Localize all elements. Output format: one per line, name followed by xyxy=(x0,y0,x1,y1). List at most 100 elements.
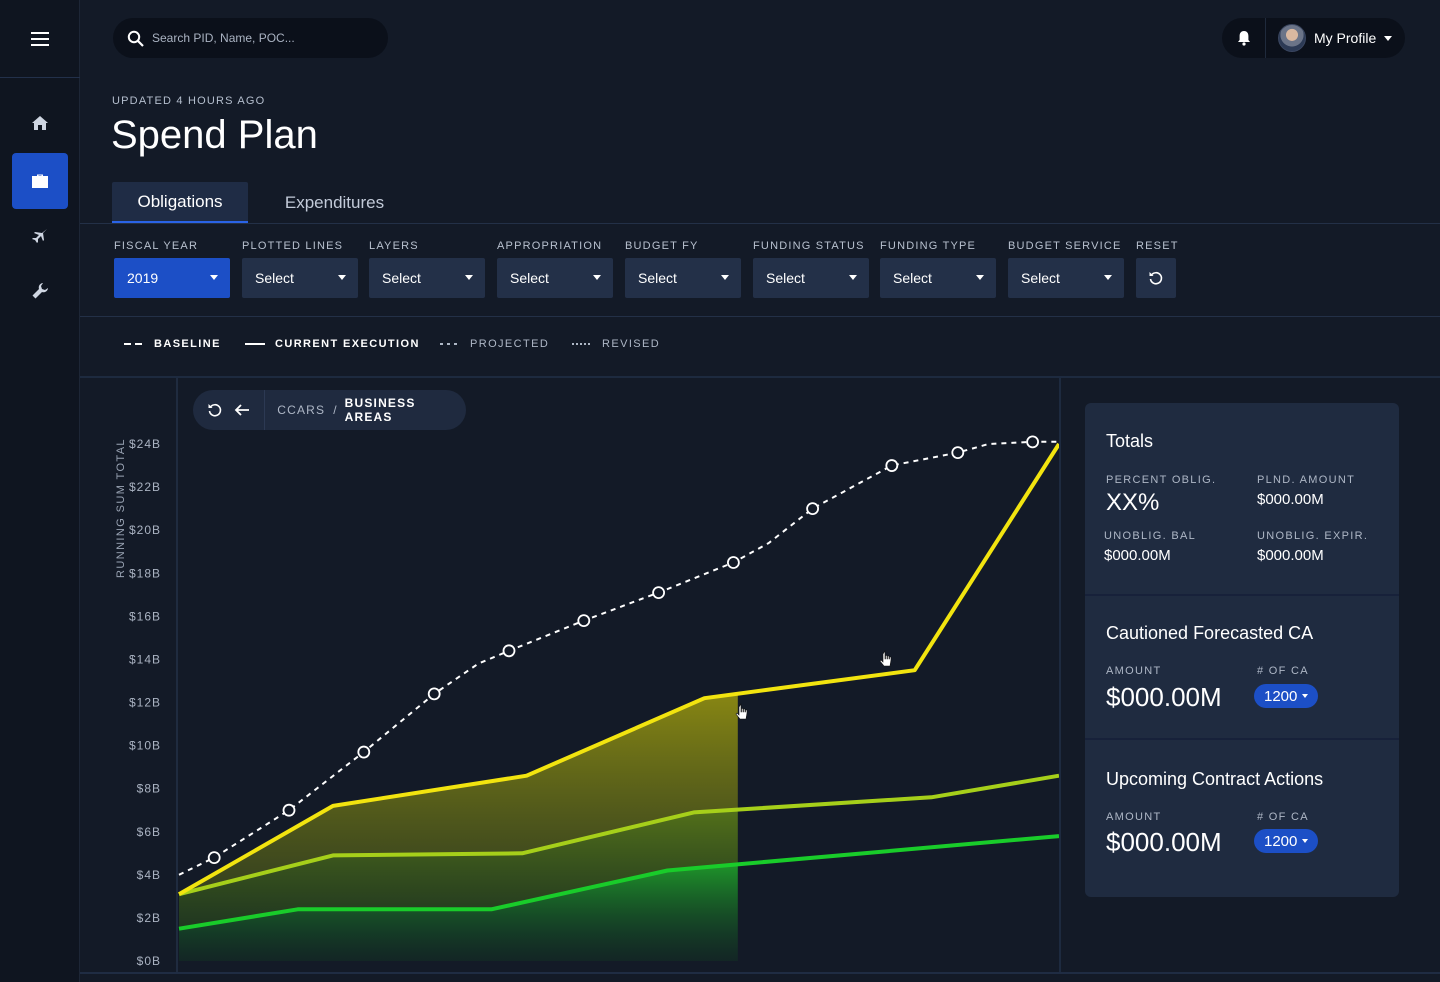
filter-budget-service: BUDGET SERVICE Select xyxy=(1008,240,1124,298)
unoblig-bal-label: UNOBLIG. BAL xyxy=(1104,530,1197,542)
y-axis-title: RUNNING SUM TOTAL xyxy=(115,438,127,578)
select-value: Select xyxy=(766,270,805,286)
spend-plan-chart: RUNNING SUM TOTAL $24B $22B $20B $18B $16B $14… xyxy=(80,378,1062,974)
y-tick-label: $14B xyxy=(129,652,161,666)
filter-label: PLOTTED LINES xyxy=(242,240,344,252)
breadcrumb-current: BUSINESS AREAS xyxy=(344,396,416,424)
caret-down-icon xyxy=(721,275,729,280)
upcoming-amount-label: AMOUNT xyxy=(1106,811,1162,823)
panel-divider xyxy=(1085,738,1399,740)
y-tick-label: $10B xyxy=(129,739,161,753)
tab-obligations[interactable]: Obligations xyxy=(112,182,248,224)
sidebar-item-tools[interactable] xyxy=(12,263,68,319)
caret-down-icon xyxy=(976,275,984,280)
caret-down-icon xyxy=(210,275,218,280)
filter-label: FISCAL YEAR xyxy=(114,240,199,252)
filter-plotted-lines: PLOTTED LINES Select xyxy=(242,240,358,298)
y-tick-label: $22B xyxy=(129,480,161,494)
breadcrumb-separator: / xyxy=(333,403,337,417)
projected-point xyxy=(806,502,819,516)
projected-point xyxy=(502,644,516,658)
arrow-left-icon xyxy=(235,404,250,416)
divider xyxy=(80,316,1440,317)
bell-icon xyxy=(1237,31,1250,46)
reset-button[interactable] xyxy=(1136,258,1176,298)
caret-down-icon xyxy=(593,275,601,280)
funding-type-select[interactable]: Select xyxy=(880,258,996,298)
projected-point xyxy=(357,745,371,759)
legend-label: REVISED xyxy=(602,338,661,350)
filter-label: APPROPRIATION xyxy=(497,240,603,252)
caret-down-icon xyxy=(1104,275,1112,280)
upcoming-count-label: # OF CA xyxy=(1257,811,1309,823)
profile-menu[interactable]: My Profile xyxy=(1266,24,1393,52)
unoblig-expir-value: $000.00M xyxy=(1257,547,1324,564)
home-icon xyxy=(32,116,48,130)
page-title: Spend Plan xyxy=(111,113,318,157)
plotted-lines-select[interactable]: Select xyxy=(242,258,358,298)
sidebar-item-home[interactable] xyxy=(12,95,68,151)
projected-point xyxy=(577,614,591,628)
search-bar[interactable] xyxy=(113,18,388,58)
y-tick-label: $0B xyxy=(137,954,161,968)
cautioned-title: Cautioned Forecasted CA xyxy=(1106,623,1314,643)
y-tick-label: $20B xyxy=(129,523,161,537)
upcoming-amount-value: $000.00M xyxy=(1106,827,1222,857)
select-value: Select xyxy=(1021,270,1060,286)
funding-status-select[interactable]: Select xyxy=(753,258,869,298)
sidebar-item-briefcase[interactable] xyxy=(12,153,68,209)
dotted-line-icon xyxy=(440,343,460,345)
breadcrumb-divider xyxy=(264,390,266,430)
menu-button[interactable] xyxy=(0,0,80,78)
breadcrumb-parent[interactable]: CCARS xyxy=(277,403,325,417)
filter-layers: LAYERS Select xyxy=(369,240,485,298)
chevron-down-icon xyxy=(1384,36,1393,41)
cautioned-count-label: # OF CA xyxy=(1257,665,1309,677)
select-value: 2019 xyxy=(127,270,159,286)
search-icon xyxy=(127,30,144,47)
legend-label: PROJECTED xyxy=(470,338,550,350)
projected-point xyxy=(427,687,441,701)
y-tick-label: $16B xyxy=(129,609,161,623)
cautioned-count-dropdown[interactable]: 1200 xyxy=(1254,684,1318,708)
count-value: 1200 xyxy=(1264,832,1298,850)
projected-point xyxy=(652,586,665,600)
select-value: Select xyxy=(382,270,421,286)
solid-line-icon xyxy=(245,343,265,345)
sidebar-item-jet[interactable] xyxy=(12,208,68,264)
breadcrumb: CCARS / BUSINESS AREAS xyxy=(193,390,466,430)
projected-point xyxy=(207,851,221,865)
filter-funding-type: FUNDING TYPE Select xyxy=(880,240,996,298)
appropriation-select[interactable]: Select xyxy=(497,258,613,298)
cautioned-amount-label: AMOUNT xyxy=(1106,665,1162,677)
y-tick-label: $18B xyxy=(129,566,161,580)
dashed-line-icon xyxy=(124,343,144,345)
filter-funding-status: FUNDING STATUS Select xyxy=(753,240,869,298)
legend-baseline[interactable]: BASELINE xyxy=(124,338,221,350)
search-input[interactable] xyxy=(152,31,372,45)
upcoming-count-dropdown[interactable]: 1200 xyxy=(1254,829,1318,853)
breadcrumb-reset-button[interactable] xyxy=(201,390,229,430)
jet-icon xyxy=(32,229,47,243)
budget-fy-select[interactable]: Select xyxy=(625,258,741,298)
legend-current-execution[interactable]: CURRENT EXECUTION xyxy=(245,338,420,350)
legend-projected[interactable]: PROJECTED xyxy=(440,338,549,350)
select-value: Select xyxy=(638,270,677,286)
sidebar xyxy=(0,0,80,982)
y-tick-label: $12B xyxy=(129,696,161,710)
y-tick-label: $4B xyxy=(137,868,161,882)
avatar xyxy=(1278,24,1306,52)
legend-label: CURRENT EXECUTION xyxy=(275,338,420,350)
y-tick-label: $8B xyxy=(137,782,161,796)
projected-point xyxy=(951,446,965,460)
legend-revised[interactable]: REVISED xyxy=(572,338,660,350)
breadcrumb-back-button[interactable] xyxy=(229,390,257,430)
totals-panel: Totals PERCENT OBLIG. XX% PLND. AMOUNT $… xyxy=(1085,403,1399,897)
budget-service-select[interactable]: Select xyxy=(1008,258,1124,298)
upcoming-title: Upcoming Contract Actions xyxy=(1106,769,1324,789)
filter-label: LAYERS xyxy=(369,240,419,252)
layers-select[interactable]: Select xyxy=(369,258,485,298)
notifications-button[interactable] xyxy=(1222,18,1266,58)
fiscal-year-select[interactable]: 2019 xyxy=(114,258,230,298)
tab-expenditures[interactable]: Expenditures xyxy=(262,182,407,224)
